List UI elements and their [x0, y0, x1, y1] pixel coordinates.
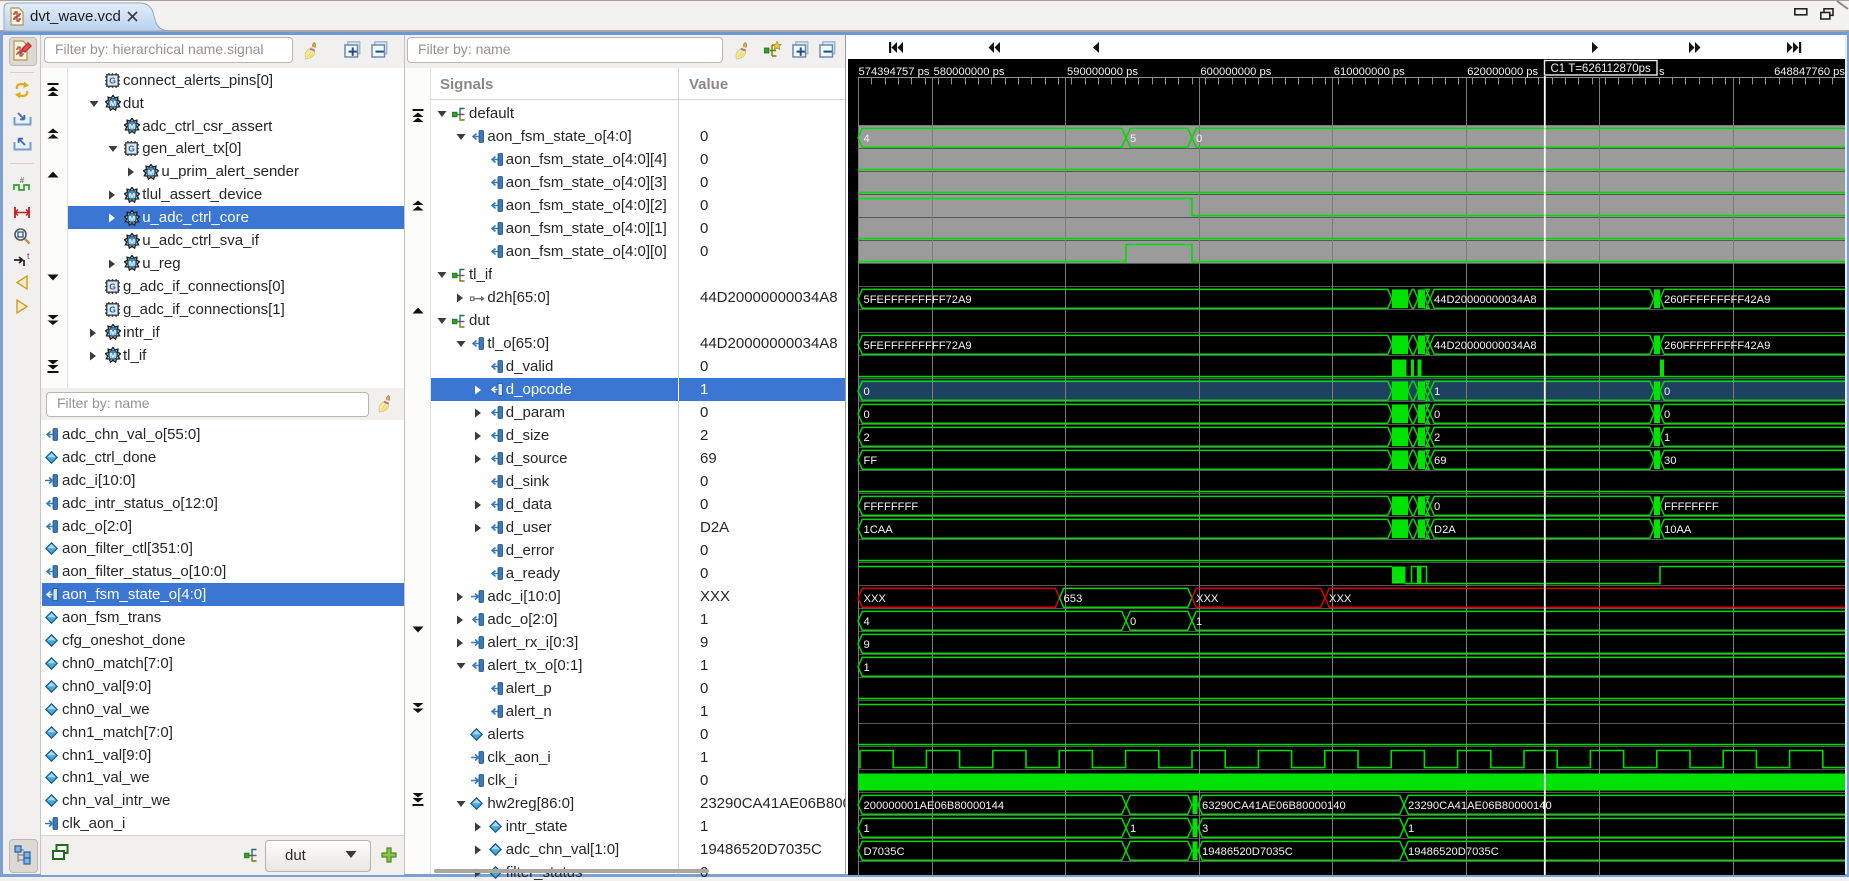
svg-text:G: G	[109, 281, 116, 291]
svg-text:M: M	[109, 351, 115, 360]
svg-text:44D20000000034A8: 44D20000000034A8	[1434, 294, 1537, 306]
svg-text:648847760 ps: 648847760 ps	[1774, 66, 1845, 78]
svg-text:G: G	[128, 144, 135, 154]
svg-text:G: G	[109, 304, 116, 314]
svg-text:C1 T=626112870ps: C1 T=626112870ps	[1551, 63, 1652, 75]
svg-text:4: 4	[864, 616, 870, 628]
svg-text:610000000 ps: 610000000 ps	[1334, 66, 1405, 78]
svg-text:G: G	[109, 75, 116, 85]
svg-text:69: 69	[1434, 455, 1446, 467]
svg-text:1: 1	[1196, 616, 1202, 628]
svg-text:0: 0	[1196, 133, 1202, 145]
svg-text:XXX: XXX	[1196, 593, 1219, 605]
svg-text:1: 1	[1130, 823, 1136, 835]
svg-text:0: 0	[1434, 409, 1440, 421]
svg-text:t: t	[27, 251, 30, 261]
svg-text:5FEFFFFFFFFF72A9: 5FEFFFFFFFFF72A9	[864, 294, 972, 306]
svg-text:4: 4	[864, 133, 870, 145]
svg-text:D2A: D2A	[1434, 524, 1456, 536]
svg-text:0: 0	[1434, 501, 1440, 513]
svg-text:M: M	[109, 99, 115, 108]
svg-text:0: 0	[1130, 616, 1136, 628]
svg-text:XXX: XXX	[864, 593, 887, 605]
svg-text:590000000 ps: 590000000 ps	[1067, 66, 1138, 78]
svg-text:2: 2	[864, 432, 870, 444]
svg-text:M: M	[129, 259, 135, 268]
svg-text:1: 1	[864, 662, 870, 674]
svg-text:5: 5	[1130, 133, 1136, 145]
svg-text:653: 653	[1064, 593, 1083, 605]
svg-text:1: 1	[864, 823, 870, 835]
svg-text:44D20000000034A8: 44D20000000034A8	[1434, 340, 1537, 352]
svg-text:200000001AE06B80000144: 200000001AE06B80000144	[864, 800, 1005, 812]
svg-text:1: 1	[1664, 432, 1670, 444]
svg-text:9: 9	[864, 639, 870, 651]
svg-text:M: M	[129, 236, 135, 245]
svg-text:260FFFFFFFFF42A9: 260FFFFFFFFF42A9	[1664, 340, 1770, 352]
svg-text:260FFFFFFFFF42A9: 260FFFFFFFFF42A9	[1664, 294, 1770, 306]
svg-text:63290CA41AE06B80000140: 63290CA41AE06B80000140	[1202, 800, 1346, 812]
svg-text:580000000 ps: 580000000 ps	[934, 66, 1005, 78]
svg-text:FFFFFFFF: FFFFFFFF	[1664, 501, 1719, 513]
svg-text:19486520D7035C: 19486520D7035C	[1202, 846, 1293, 858]
svg-text:10AA: 10AA	[1664, 524, 1692, 536]
svg-text:0: 0	[864, 409, 870, 421]
svg-text:5FEFFFFFFFFF72A9: 5FEFFFFFFFFF72A9	[864, 340, 972, 352]
svg-text:0: 0	[1664, 409, 1670, 421]
svg-text:620000000 ps: 620000000 ps	[1467, 66, 1538, 78]
svg-text:M: M	[129, 122, 135, 131]
svg-text:1CAA: 1CAA	[864, 524, 894, 536]
svg-text:M: M	[109, 328, 115, 337]
svg-text:3: 3	[1202, 823, 1208, 835]
svg-text:1: 1	[1434, 386, 1440, 398]
svg-text:M: M	[129, 213, 135, 222]
svg-text:1: 1	[1408, 823, 1414, 835]
svg-text:M: M	[148, 168, 154, 177]
svg-text:FF: FF	[864, 455, 878, 467]
svg-text:0: 0	[864, 386, 870, 398]
svg-text:600000000 ps: 600000000 ps	[1200, 66, 1271, 78]
svg-text:s: s	[1659, 66, 1665, 78]
svg-text:FFFFFFFF: FFFFFFFF	[864, 501, 919, 513]
svg-text:30: 30	[1664, 455, 1676, 467]
svg-text:574394757 ps: 574394757 ps	[859, 66, 930, 78]
svg-text:XXX: XXX	[1329, 593, 1352, 605]
svg-text:D7035C: D7035C	[864, 846, 905, 858]
svg-text:#: #	[20, 176, 25, 185]
svg-text:2: 2	[1434, 432, 1440, 444]
svg-text:0: 0	[1664, 386, 1670, 398]
svg-text:23290CA41AE06B80000140: 23290CA41AE06B80000140	[1408, 800, 1552, 812]
svg-text:M: M	[129, 190, 135, 199]
svg-text:19486520D7035C: 19486520D7035C	[1408, 846, 1499, 858]
